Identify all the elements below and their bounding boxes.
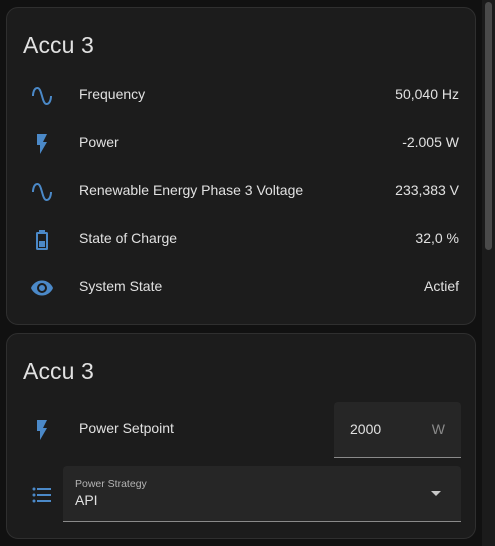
power-setpoint-input[interactable]: 2000 W — [334, 402, 461, 458]
entities-card: Accu 3 Frequency 50,040 Hz Power -2.005 … — [6, 7, 476, 325]
scrollbar-thumb[interactable] — [485, 2, 492, 250]
sine-wave-icon — [29, 179, 55, 205]
card-title: Accu 3 — [23, 358, 94, 384]
entity-label: Power — [79, 134, 119, 150]
eye-icon — [29, 275, 55, 301]
setpoint-unit: W — [431, 421, 445, 437]
card-title: Accu 3 — [23, 32, 94, 58]
select-label: Power Strategy — [75, 478, 147, 490]
flash-icon — [29, 131, 55, 157]
entity-label: Frequency — [79, 86, 146, 102]
controls-card: Accu 3 Power Setpoint 2000 W Power Strat… — [6, 333, 476, 539]
entity-row-system-state[interactable]: System State Actief — [7, 267, 475, 307]
entity-value: -2.005 W — [402, 134, 459, 150]
entity-label: Renewable Energy Phase 3 Voltage — [79, 182, 304, 198]
power-strategy-select[interactable]: Power Strategy API — [63, 466, 461, 522]
entity-value: 50,040 Hz — [395, 86, 459, 102]
entity-row-phase3-voltage[interactable]: Renewable Energy Phase 3 Voltage 233,383… — [7, 171, 475, 211]
entity-value: 233,383 V — [395, 182, 459, 198]
entity-value: Actief — [423, 278, 459, 294]
setpoint-label: Power Setpoint — [79, 420, 174, 436]
sine-wave-icon — [29, 83, 55, 109]
entity-value: 32,0 % — [415, 230, 459, 246]
entity-row-frequency[interactable]: Frequency 50,040 Hz — [7, 75, 475, 115]
entity-label: System State — [79, 278, 163, 294]
battery-icon — [29, 227, 55, 253]
flash-icon — [29, 417, 55, 443]
list-icon — [29, 482, 55, 508]
setpoint-value[interactable]: 2000 — [350, 421, 381, 437]
entity-label: State of Charge — [79, 230, 178, 246]
select-value: API — [75, 492, 98, 508]
entity-row-state-of-charge[interactable]: State of Charge 32,0 % — [7, 219, 475, 259]
chevron-down-icon[interactable] — [431, 491, 441, 496]
scrollbar[interactable] — [482, 0, 495, 546]
entity-row-power[interactable]: Power -2.005 W — [7, 123, 475, 163]
